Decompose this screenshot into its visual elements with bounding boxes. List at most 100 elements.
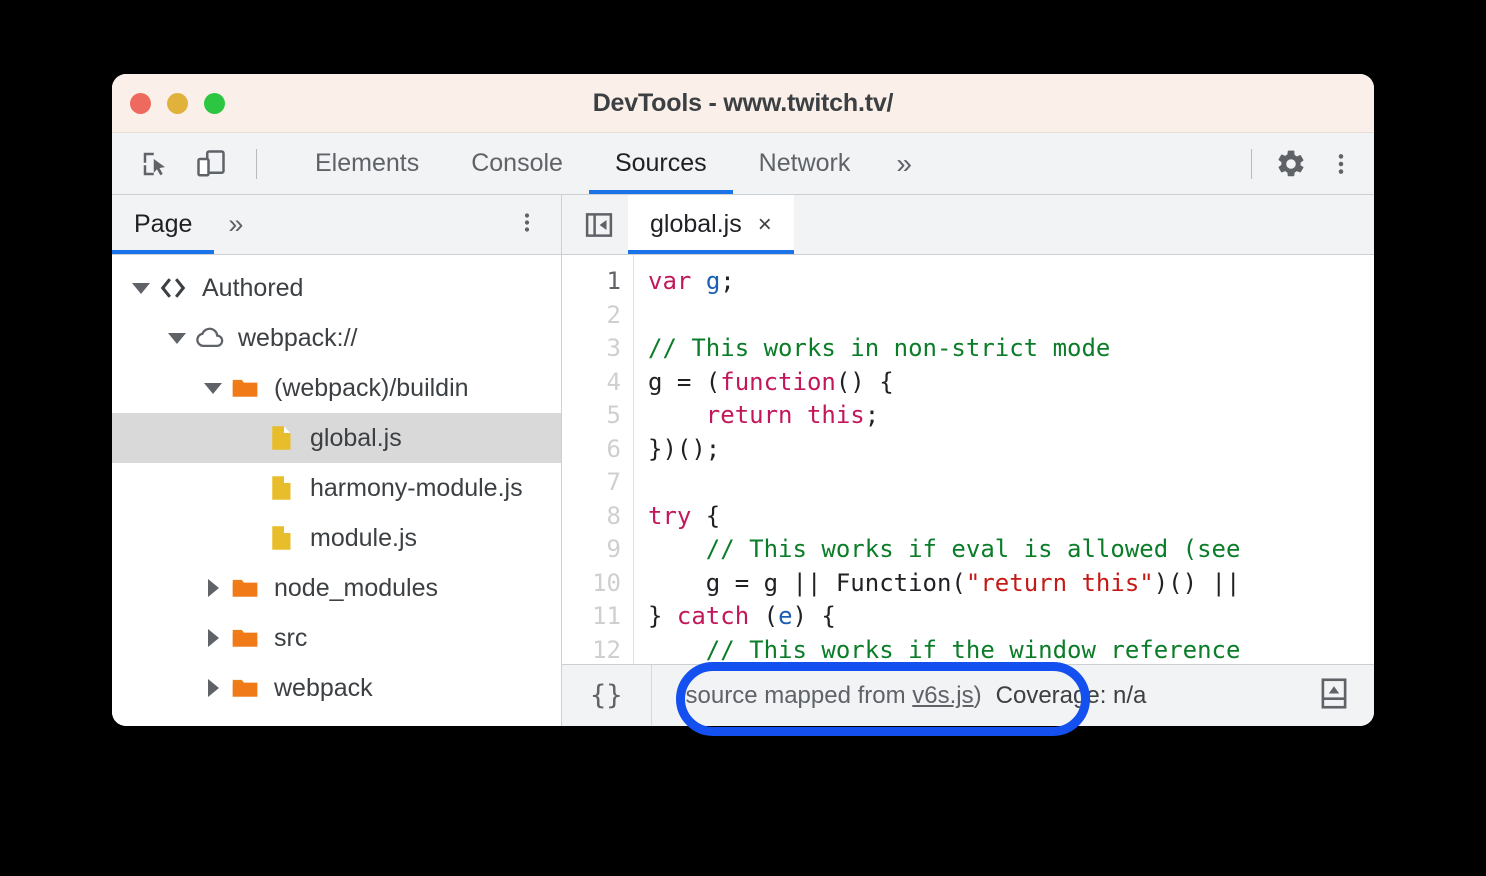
tree-row-label: module.js — [310, 523, 417, 552]
chevron-down-icon[interactable] — [200, 382, 226, 394]
editor-tab-label: global.js — [650, 210, 742, 238]
code-line: try { — [648, 500, 1374, 534]
inspect-element-button[interactable] — [134, 143, 176, 185]
coverage-status: Coverage: n/a — [995, 681, 1147, 709]
line-number[interactable]: 1 — [562, 265, 633, 299]
show-drawer-icon — [1321, 677, 1347, 709]
code-token: g — [705, 267, 721, 295]
code-line: g = (function() { — [648, 366, 1374, 400]
code-tags-icon — [154, 273, 192, 303]
tree-row[interactable]: harmony-module.js — [112, 463, 561, 513]
chevron-right-icon[interactable] — [200, 629, 226, 647]
source-mapped-prefix: (source mapped from — [677, 681, 913, 709]
editor-tab-close-button[interactable]: × — [758, 212, 772, 237]
kebab-menu-icon — [1338, 153, 1344, 174]
chevron-down-icon[interactable] — [164, 332, 190, 344]
tree-row-label: (webpack)/buildin — [274, 373, 469, 402]
line-number[interactable]: 2 — [562, 299, 633, 333]
tab-sources[interactable]: Sources — [588, 133, 733, 194]
close-window-button[interactable] — [130, 92, 151, 114]
code-token: "return this" — [965, 568, 1154, 597]
tree-row[interactable]: node_modules — [112, 563, 561, 613]
line-number[interactable]: 4 — [562, 366, 633, 400]
pretty-print-button[interactable]: {} — [562, 665, 652, 726]
navigator-menu-button[interactable] — [515, 208, 539, 241]
line-number[interactable]: 12 — [562, 634, 633, 665]
line-number[interactable]: 8 — [562, 500, 633, 534]
tab-elements[interactable]: Elements — [289, 133, 445, 194]
tree-row[interactable]: src — [112, 613, 561, 663]
line-number[interactable]: 6 — [562, 433, 633, 467]
maximize-window-button[interactable] — [204, 92, 225, 114]
navigator-tab-page[interactable]: Page — [112, 195, 215, 254]
panel-tabs: Elements Console Sources Network » — [289, 133, 932, 194]
tree-row-label: webpack — [274, 673, 373, 702]
line-number-gutter: 1 2 3 4 5 6 7 8 9 10 11 12 — [562, 255, 634, 664]
source-code[interactable]: var g; // This works in non-strict mode g… — [634, 255, 1374, 664]
line-number[interactable]: 9 — [562, 533, 633, 567]
editor-statusbar: {} (source mapped from v6s.js) Coverage:… — [562, 664, 1374, 726]
tree-row[interactable]: module.js — [112, 513, 561, 563]
line-number[interactable]: 11 — [562, 600, 633, 634]
collapse-navigator-button[interactable] — [584, 210, 614, 240]
tab-console[interactable]: Console — [445, 133, 589, 194]
file-tree: Authored webpack:// (webpack)/buildin globa… — [112, 255, 561, 726]
tree-row-label: Authored — [202, 273, 304, 302]
js-file-icon — [272, 526, 291, 550]
code-token: g = g || Function( — [648, 568, 966, 597]
tree-row-label: src — [274, 623, 308, 652]
line-number[interactable]: 5 — [562, 399, 633, 433]
show-drawer-button[interactable] — [1318, 676, 1350, 715]
tree-row[interactable]: Authored — [112, 263, 561, 313]
sources-navigator: Page » Authored webpack:// (webpack)/build… — [112, 195, 562, 726]
line-number[interactable]: 3 — [562, 332, 633, 366]
code-line: var g; — [648, 265, 1374, 299]
code-token: // This works in non-strict mode — [648, 334, 1111, 362]
js-file-icon — [262, 473, 300, 503]
code-tags-icon — [160, 278, 186, 298]
tree-row[interactable]: (webpack)/buildin — [112, 363, 561, 413]
code-line: g = g || Function("return this")() || — [648, 567, 1374, 601]
chevron-right-icon[interactable] — [200, 579, 226, 597]
code-line: // This works in non-strict mode — [648, 332, 1374, 366]
folder-icon — [226, 623, 264, 653]
line-number[interactable]: 10 — [562, 567, 633, 601]
code-token: var — [648, 267, 692, 295]
main-menu-button[interactable] — [1320, 143, 1362, 185]
code-token: ( — [749, 602, 779, 630]
js-file-icon — [262, 423, 300, 453]
tree-row[interactable]: webpack:// — [112, 313, 561, 363]
folder-icon — [226, 373, 264, 403]
inspect-element-icon — [143, 152, 165, 175]
source-mapped-link[interactable]: v6s.js — [912, 682, 973, 709]
editor-tab-globaljs[interactable]: global.js × — [628, 195, 794, 254]
tree-row[interactable]: global.js — [112, 413, 561, 463]
code-line: // This works if eval is allowed (see — [648, 533, 1374, 567]
more-tabs-button[interactable]: » — [876, 133, 932, 194]
code-token: ; — [720, 267, 735, 295]
chevron-right-icon[interactable] — [200, 679, 226, 697]
minimize-window-button[interactable] — [167, 92, 188, 114]
code-token: })(); — [648, 434, 721, 463]
tab-network[interactable]: Network — [733, 133, 877, 194]
navigator-more-tabs-button[interactable]: » — [214, 209, 257, 240]
code-token: function — [720, 367, 836, 396]
code-line: // This works if the window reference — [648, 634, 1374, 665]
chevron-down-icon[interactable] — [128, 282, 154, 294]
tree-row-label: harmony-module.js — [310, 473, 523, 502]
line-number[interactable]: 7 — [562, 466, 633, 500]
source-mapped-info: (source mapped from v6s.js) — [652, 682, 982, 710]
code-viewer[interactable]: 1 2 3 4 5 6 7 8 9 10 11 12 var g; // This works in … — [562, 255, 1374, 664]
toolbar-divider — [256, 148, 257, 179]
code-token: )() || — [1153, 568, 1241, 597]
code-token: this — [806, 401, 865, 429]
settings-button[interactable] — [1270, 143, 1312, 185]
device-toolbar-icon — [197, 149, 225, 176]
device-toolbar-button[interactable] — [190, 143, 232, 185]
tree-row[interactable]: webpack — [112, 663, 561, 713]
collapse-sidebar-icon — [585, 212, 613, 237]
code-token: g = ( — [648, 367, 721, 396]
